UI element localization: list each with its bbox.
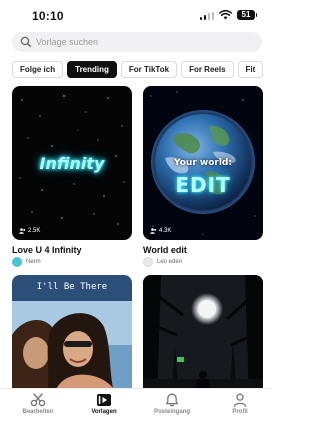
template-card-infinity[interactable]: Infinity 2.5K Love U 4 Infinity Nerm bbox=[12, 86, 132, 268]
nav-edit-label: Bearbeiten bbox=[22, 409, 54, 415]
template-thumbnail[interactable] bbox=[143, 275, 263, 401]
photo-friends-image bbox=[12, 275, 132, 401]
cellular-signal-icon bbox=[200, 12, 214, 20]
template-author[interactable]: Leo eden bbox=[143, 257, 182, 267]
chip-for-tiktok[interactable]: For TikTok bbox=[120, 61, 178, 78]
template-title[interactable]: Love U 4 Infinity bbox=[12, 245, 82, 255]
nav-templates[interactable]: Vorlagen bbox=[74, 393, 134, 415]
search-input[interactable] bbox=[36, 32, 256, 52]
uses-count-value: 2.5K bbox=[28, 228, 41, 234]
bell-icon bbox=[165, 393, 179, 407]
users-icon bbox=[19, 228, 26, 234]
ill-be-there-art-text: I'll Be There bbox=[36, 282, 108, 292]
uses-count: 2.5K bbox=[19, 228, 40, 234]
uses-count-value: 4.3K bbox=[159, 228, 172, 234]
uses-count: 4.3K bbox=[150, 228, 171, 234]
bottom-navigation: Bearbeiten Vorlagen Posteingang Profil bbox=[0, 388, 272, 427]
avatar bbox=[143, 257, 153, 267]
world-art-subtitle: Your world: bbox=[174, 158, 232, 168]
filter-chips: Folge ich Trending For TikTok For Reels Fit bbox=[12, 61, 272, 79]
dark-forest-image bbox=[143, 275, 263, 401]
template-thumbnail[interactable]: Infinity 2.5K bbox=[12, 86, 132, 240]
template-title[interactable]: World edit bbox=[143, 245, 187, 255]
nav-templates-label: Vorlagen bbox=[91, 409, 117, 415]
template-card-ill-be-there[interactable]: I'll Be There bbox=[12, 275, 132, 401]
templates-icon bbox=[97, 394, 111, 406]
template-card-world-edit[interactable]: Your world: EDIT 4.3K World edit Leo ede… bbox=[143, 86, 263, 268]
author-name: Nerm bbox=[26, 259, 41, 265]
nav-inbox-label: Posteingang bbox=[153, 409, 190, 415]
nav-profile-label: Profil bbox=[232, 409, 248, 415]
world-art-title: EDIT bbox=[175, 173, 231, 197]
chip-trending[interactable]: Trending bbox=[67, 61, 117, 78]
clock: 10:10 bbox=[32, 9, 64, 23]
wifi-icon bbox=[219, 10, 232, 20]
search-bar[interactable] bbox=[12, 32, 262, 52]
template-author[interactable]: Nerm bbox=[12, 257, 41, 267]
chip-following[interactable]: Folge ich bbox=[12, 61, 64, 78]
person-icon bbox=[233, 393, 247, 407]
nav-profile[interactable]: Profil bbox=[210, 393, 270, 415]
nav-inbox[interactable]: Posteingang bbox=[142, 393, 202, 415]
template-card-dark-forest[interactable] bbox=[143, 275, 263, 401]
template-thumbnail[interactable]: I'll Be There bbox=[12, 275, 132, 401]
search-icon bbox=[20, 36, 32, 48]
avatar bbox=[12, 257, 22, 267]
chip-fit[interactable]: Fit bbox=[237, 61, 264, 78]
chip-for-reels[interactable]: For Reels bbox=[181, 61, 234, 78]
nav-edit[interactable]: Bearbeiten bbox=[8, 393, 68, 415]
users-icon bbox=[150, 228, 157, 234]
scissors-icon bbox=[30, 393, 46, 407]
infinity-art-text: Infinity bbox=[39, 154, 105, 173]
status-bar: 10:10 51 bbox=[0, 0, 272, 30]
battery-icon: 51 bbox=[237, 10, 257, 20]
template-thumbnail[interactable]: Your world: EDIT 4.3K bbox=[143, 86, 263, 240]
author-name: Leo eden bbox=[157, 259, 183, 265]
